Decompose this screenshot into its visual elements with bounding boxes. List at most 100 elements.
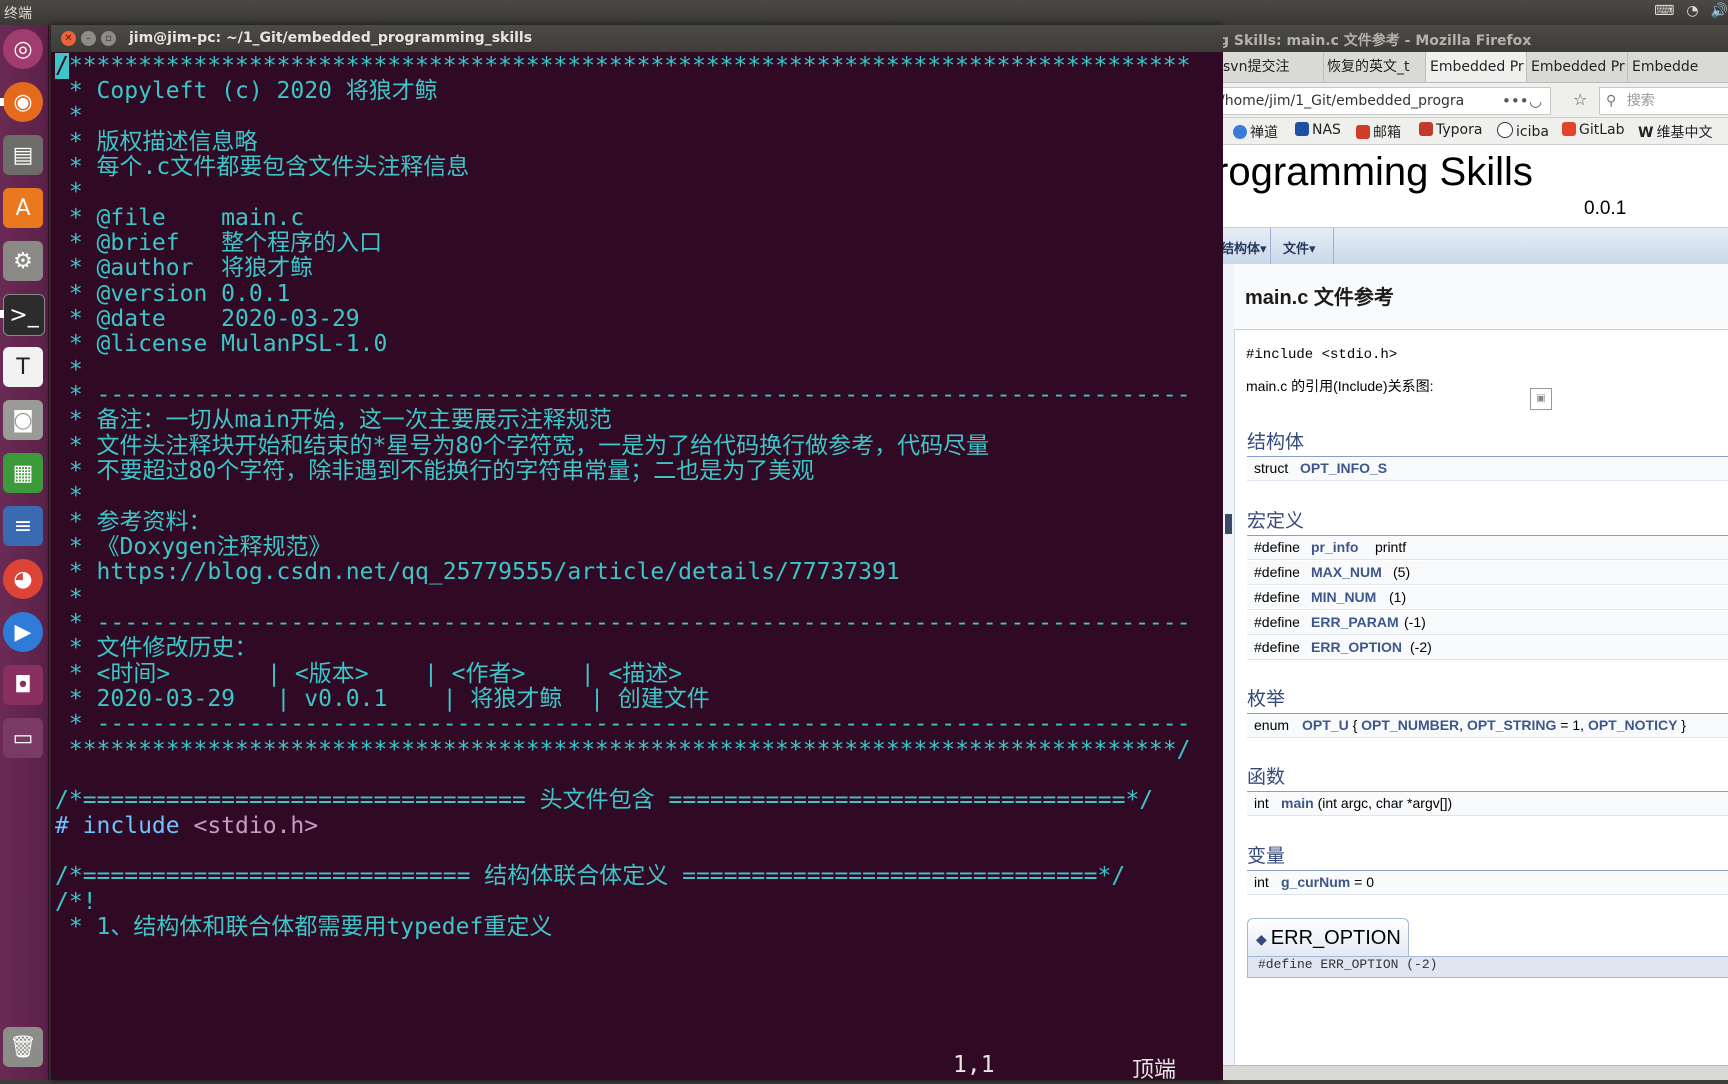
code-line: * @license MulanPSL-1.0	[55, 331, 388, 357]
graph-caption: main.c 的引用(Include)关系图:	[1246, 378, 1434, 394]
macro-link[interactable]: pr_info	[1311, 536, 1358, 559]
url-bar[interactable]: /home/jim/1_Git/embedded_progra ••• ◡	[1223, 87, 1551, 115]
ubuntu-icon[interactable]: ◎	[3, 29, 43, 69]
code-line: * Copyleft (c) 2020 将狼才鲸	[55, 78, 438, 104]
code-line: * https://blog.csdn.net/qq_25779555/arti…	[55, 559, 900, 585]
code-line: /*============================ 结构体联合体定义 …	[55, 863, 1126, 889]
bookmark-label: GitLab	[1579, 122, 1625, 138]
files-icon[interactable]: ▤	[3, 135, 43, 175]
project-version: 0.0.1	[1584, 198, 1627, 219]
media-player-icon[interactable]: ▶	[3, 612, 43, 652]
code-line: *	[55, 483, 83, 509]
code-line: * @file main.c	[55, 205, 305, 231]
bookmark-gitlab[interactable]: GitLab	[1562, 122, 1625, 138]
enum-brace: }	[1677, 717, 1686, 733]
variable-row: int g_curNum = 0	[1247, 871, 1728, 895]
macro-value: (1)	[1389, 589, 1407, 605]
enum-brace: {	[1348, 717, 1362, 733]
macro-link[interactable]: MAX_NUM	[1311, 561, 1382, 584]
tab-english[interactable]: 恢复的英文_t	[1323, 52, 1426, 82]
enum-body: OPT_U { OPT_NUMBER, OPT_STRING = 1, OPT_…	[1302, 714, 1686, 737]
enum-value-link[interactable]: OPT_NUMBER	[1361, 717, 1459, 733]
terminal-window: ✕ – ▫ jim@jim-pc: ~/1_Git/embedded_progr…	[51, 25, 1223, 1083]
document-icon[interactable]: ≡	[3, 506, 43, 546]
enum-value-link[interactable]: OPT_STRING	[1467, 717, 1556, 733]
tab-svn[interactable]: svn提交注	[1223, 52, 1324, 82]
workspace-icon[interactable]: ▭	[3, 718, 43, 758]
nav-scrollbar[interactable]	[1225, 514, 1232, 534]
bookmark-iciba[interactable]: iciba	[1497, 122, 1549, 140]
menu-structs[interactable]: 结构体▾	[1223, 238, 1267, 257]
sound-icon[interactable]: 🔊	[1711, 3, 1728, 19]
horizontal-scrollbar[interactable]	[1223, 1065, 1728, 1080]
bookmark-label: 维基中文	[1656, 125, 1713, 141]
macro-link[interactable]: MIN_NUM	[1311, 586, 1376, 609]
code-line: * <时间> | <版本> | <作者> | <描述>	[55, 661, 683, 687]
text-cursor: /	[55, 53, 69, 79]
terminal-title: jim@jim-pc: ~/1_Git/embedded_programming…	[129, 30, 533, 46]
terminal-titlebar[interactable]: ✕ – ▫ jim@jim-pc: ~/1_Git/embedded_progr…	[51, 25, 1223, 52]
bookmark-typora[interactable]: Typora	[1419, 122, 1482, 138]
vim-editor[interactable]: /***************************************…	[51, 52, 1223, 1083]
bookmark-mail[interactable]: 邮箱	[1356, 122, 1401, 142]
camera-icon[interactable]: ◙	[3, 400, 43, 440]
define-kw: #define	[1254, 639, 1300, 655]
var-decl: g_curNum = 0	[1281, 871, 1374, 894]
macro-link[interactable]: ERR_OPTION	[1311, 636, 1402, 659]
terminal-icon[interactable]: >_	[3, 294, 45, 336]
close-icon[interactable]: ✕	[61, 31, 76, 46]
minimize-icon[interactable]: –	[81, 31, 96, 46]
url-text: /home/jim/1_Git/embedded_progra	[1223, 93, 1465, 109]
trash-icon[interactable]: 🗑	[3, 1027, 43, 1067]
more-icon[interactable]: •••	[1502, 88, 1529, 114]
firefox-titlebar[interactable]: g Skills: main.c 文件参考 - Mozilla Firefox	[1223, 25, 1728, 52]
struct-link[interactable]: OPT_INFO_S	[1300, 457, 1387, 480]
scroll-position: 顶端	[1132, 1058, 1177, 1083]
tab-embedded-1[interactable]: Embedded Pr	[1426, 52, 1527, 82]
bookmark-nas[interactable]: NAS	[1295, 122, 1341, 138]
code-line: * 《Doxygen注释规范》	[55, 534, 332, 560]
section-enums: 枚举	[1247, 684, 1728, 714]
include-graph-image[interactable]: ▣	[1530, 388, 1552, 410]
keyboard-icon[interactable]: ⌨	[1654, 3, 1674, 19]
macro-value: (5)	[1393, 564, 1411, 580]
bookmark-star-icon[interactable]: ☆	[1573, 90, 1587, 109]
settings-icon[interactable]: ⚙	[3, 241, 43, 281]
screenshot-icon[interactable]: ◘	[3, 665, 43, 705]
pocket-icon[interactable]: ◡	[1529, 88, 1542, 114]
typora-icon[interactable]: T	[3, 347, 43, 387]
tab-embedded-3[interactable]: Embedde	[1628, 52, 1728, 82]
chrome-icon[interactable]: ◕	[3, 559, 43, 599]
enum-link[interactable]: OPT_U	[1302, 717, 1349, 733]
function-link[interactable]: main	[1281, 795, 1314, 811]
code-line: * --------------------------------------…	[55, 610, 1191, 636]
macro-link[interactable]: ERR_PARAM	[1311, 611, 1399, 634]
search-input[interactable]: ⚲ 搜索	[1599, 87, 1728, 115]
tab-embedded-2[interactable]: Embedded Pr	[1527, 52, 1628, 82]
firefox-icon[interactable]: ◉	[3, 82, 43, 122]
macro-row: #define pr_info printf	[1247, 536, 1728, 560]
wifi-icon[interactable]: ◔	[1686, 3, 1698, 19]
member-define: #define ERR_OPTION (-2)	[1258, 957, 1438, 972]
bookmark-wiki[interactable]: W 维基中文	[1638, 122, 1712, 142]
code-line: *	[55, 357, 83, 383]
macro-row: #define MAX_NUM (5)	[1247, 561, 1728, 585]
bookmark-label: NAS	[1312, 122, 1341, 138]
menu-files[interactable]: 文件▾	[1283, 238, 1316, 257]
include-file: <stdio.h>	[193, 813, 319, 839]
struct-row: struct OPT_INFO_S	[1247, 457, 1728, 481]
macro-row: #define ERR_PARAM (-1)	[1247, 611, 1728, 635]
firefox-title: g Skills: main.c 文件参考 - Mozilla Firefox	[1223, 33, 1532, 49]
code-line: *	[55, 179, 83, 205]
section-functions: 函数	[1247, 762, 1728, 792]
maximize-icon[interactable]: ▫	[101, 31, 116, 46]
bookmark-chandao[interactable]: 禅道	[1233, 122, 1278, 142]
enum-value-link[interactable]: OPT_NOTICY	[1588, 717, 1677, 733]
variable-link[interactable]: g_curNum	[1281, 874, 1350, 890]
spreadsheet-icon[interactable]: ▦	[3, 453, 43, 493]
cursor-position: 1,1	[953, 1052, 995, 1078]
define-kw: #define	[1254, 564, 1300, 580]
software-center-icon[interactable]: A	[3, 188, 43, 228]
code-line: * 不要超过80个字符，除非遇到不能换行的字符串常量；二也是为了美观	[55, 458, 815, 484]
navigation-bar: /home/jim/1_Git/embedded_progra ••• ◡ ☆ …	[1223, 83, 1728, 118]
